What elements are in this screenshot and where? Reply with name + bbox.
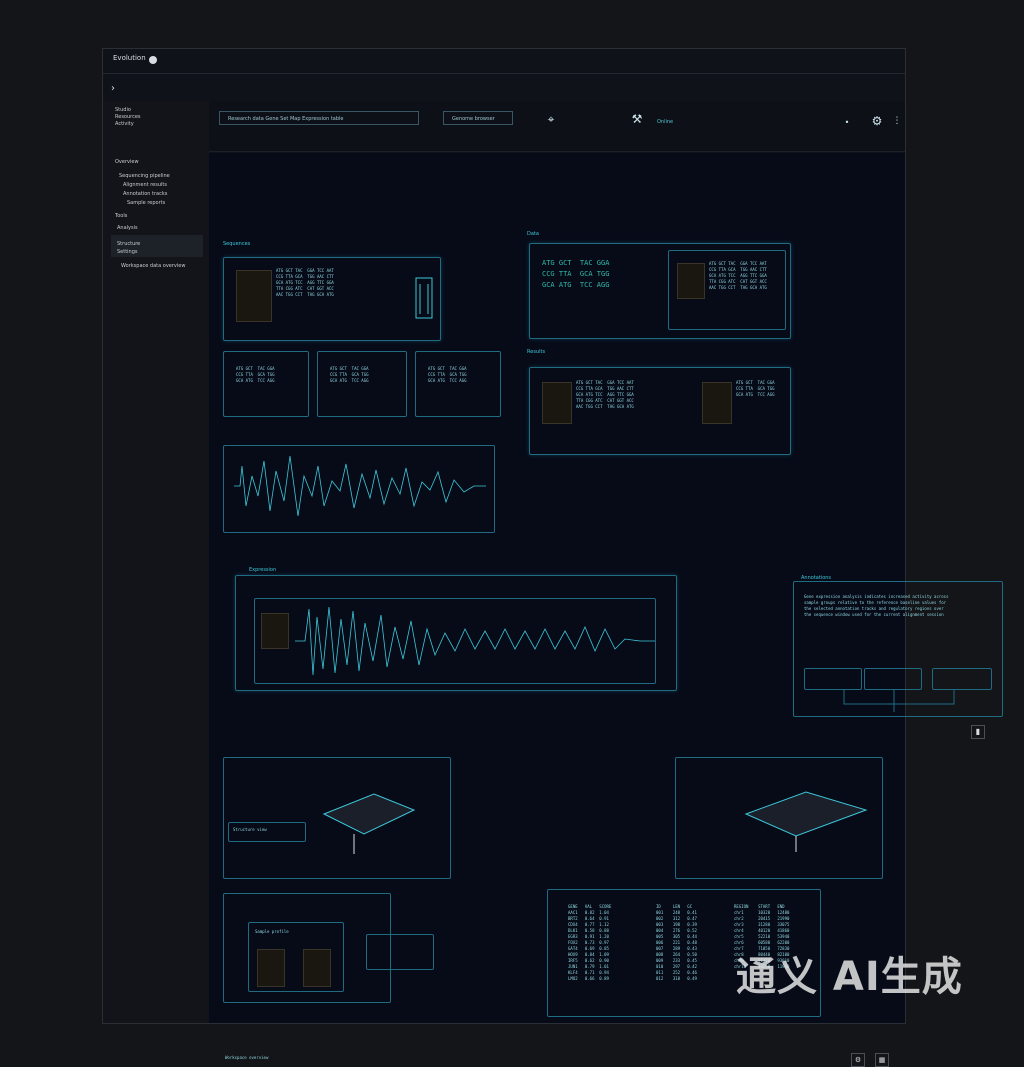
sequence-text: ATG GCT TAC GGA TCC AAT CCG TTA GCA TGG … [276,268,334,297]
window-title: Evolution [113,54,146,62]
search-input[interactable]: Research data Gene Set Map Expression ta… [219,111,419,125]
waveform-thumbnail [261,613,289,649]
summary-card[interactable]: ATG GCT TAC GGA CCG TTA GCA TGG GCA ATG … [415,351,501,417]
profile-panel[interactable]: Sample profile [223,893,434,1003]
tools-icon[interactable]: ⚒ [629,111,645,127]
pin-icon[interactable]: ▮ [971,725,985,739]
table-left: GENE VAL SCORE AAC1 0.82 1.04 BRT2 0.64 … [568,904,612,981]
results-thumbnail [542,382,572,424]
profile-detail [366,934,434,970]
app-window: Evolution › Studio Resources Activity Ov… [102,48,1003,1067]
results-thumbnail [702,382,732,424]
data-thumbnail [677,263,705,299]
sidebar-item-settings[interactable]: Settings [111,243,203,265]
summary-card-text: ATG GCT TAC GGA CCG TTA GCA TGG GCA ATG … [236,366,275,383]
sidebar-section-main: Overview [115,159,139,165]
sequence-thumbnail [236,270,272,322]
annotation-node[interactable] [932,668,992,690]
data-subpanel: ATG GCT TAC GGA TCC AAT CCG TTA GCA TGG … [668,250,786,330]
summary-card[interactable]: ATG GCT TAC GGA CCG TTA GCA TGG GCA ATG … [223,351,309,417]
table-middle: ID LEN GC 001 248 0.41 002 312 0.47 003 … [656,904,697,981]
avatar [257,949,285,987]
data-panel[interactable]: ATG GCT TAC GGA CCG TTA GCA TGG GCA ATG … [529,243,791,339]
sequence-panel[interactable]: ATG GCT TAC GGA TCC AAT CCG TTA GCA TGG … [223,257,441,341]
avatar [303,949,331,987]
grid-icon[interactable]: ▦ [875,1053,889,1067]
structure-glyph-icon [415,277,433,319]
structure-view-left[interactable]: Structure view [223,757,451,879]
sidebar-footer-link[interactable]: Workspace data overview [121,263,185,269]
panel-title-results: Results [527,349,546,355]
sidebar-group-item[interactable]: Annotation tracks [123,191,167,197]
profile-label: Sample profile [255,929,289,934]
structure-model-icon [322,793,416,854]
panel-title-data: Data [527,231,539,237]
summary-card[interactable]: ATG GCT TAC GGA CCG TTA GCA TGG GCA ATG … [317,351,407,417]
sidebar-group-item[interactable]: Sample reports [127,200,165,206]
waveform-frame [254,598,656,684]
summary-card-text: ATG GCT TAC GGA CCG TTA GCA TGG GCA ATG … [428,366,467,383]
signal-panel[interactable] [223,445,495,533]
panel-title-expression: Expression [249,567,277,573]
annotations-text: Gene expression analysis indicates incre… [804,594,949,617]
results-panel[interactable]: ATG GCT TAC GGA TCC AAT CCG TTA GCA TGG … [529,367,791,455]
annotations-panel[interactable]: Gene expression analysis indicates incre… [793,581,1003,717]
bottom-status: Workspace overview [225,1055,269,1060]
annotation-node[interactable] [864,668,922,690]
structure-model-icon [744,791,868,852]
filter-field[interactable]: Genome browser [443,111,513,125]
expression-panel[interactable] [235,575,677,691]
waveform-trace [295,606,655,676]
title-bar: Evolution [103,49,905,74]
workspace-canvas: Sequences ATG GCT TAC GGA TCC AAT CCG TT… [209,153,1003,1067]
signal-trace [234,455,486,517]
data-subpanel-text: ATG GCT TAC GGA TCC AAT CCG TTA GCA TGG … [709,261,767,290]
status-dot-icon [149,56,157,64]
status-label: Online [657,119,674,125]
profile-card: Sample profile [248,922,344,992]
summary-card-text: ATG GCT TAC GGA CCG TTA GCA TGG GCA ATG … [330,366,369,383]
gear-icon[interactable]: ⚙ [851,1053,865,1067]
annotation-connectors [843,690,955,712]
scan-icon[interactable]: ⌖ [543,111,559,127]
toolbar: Research data Gene Set Map Expression ta… [209,101,905,152]
sidebar-group-item[interactable]: Sequencing pipeline [119,173,170,179]
structure-label-box: Structure view [228,822,306,842]
annotation-node[interactable] [804,668,862,690]
structure-label: Structure view [233,827,267,832]
more-icon[interactable]: ⋮ [889,113,905,129]
sidebar: Studio Resources Activity Overview Seque… [103,101,209,1023]
bell-icon[interactable]: • [839,115,855,131]
settings-icon[interactable]: ⚙ [869,113,885,129]
watermark: 通义 AI生成 [736,954,963,1000]
results-text: ATG GCT TAC GGA CCG TTA GCA TGG GCA ATG … [736,380,775,397]
data-panel-text: ATG GCT TAC GGA CCG TTA GCA TGG GCA ATG … [542,259,610,289]
structure-view-right[interactable] [675,757,883,879]
chevron-right-icon[interactable]: › [111,83,115,94]
sidebar-group-item[interactable]: Alignment results [123,182,167,188]
sidebar-header: Studio Resources Activity [115,107,141,127]
results-text: ATG GCT TAC GGA TCC AAT CCG TTA GCA TGG … [576,380,634,409]
panel-title-sequences: Sequences [223,241,251,247]
